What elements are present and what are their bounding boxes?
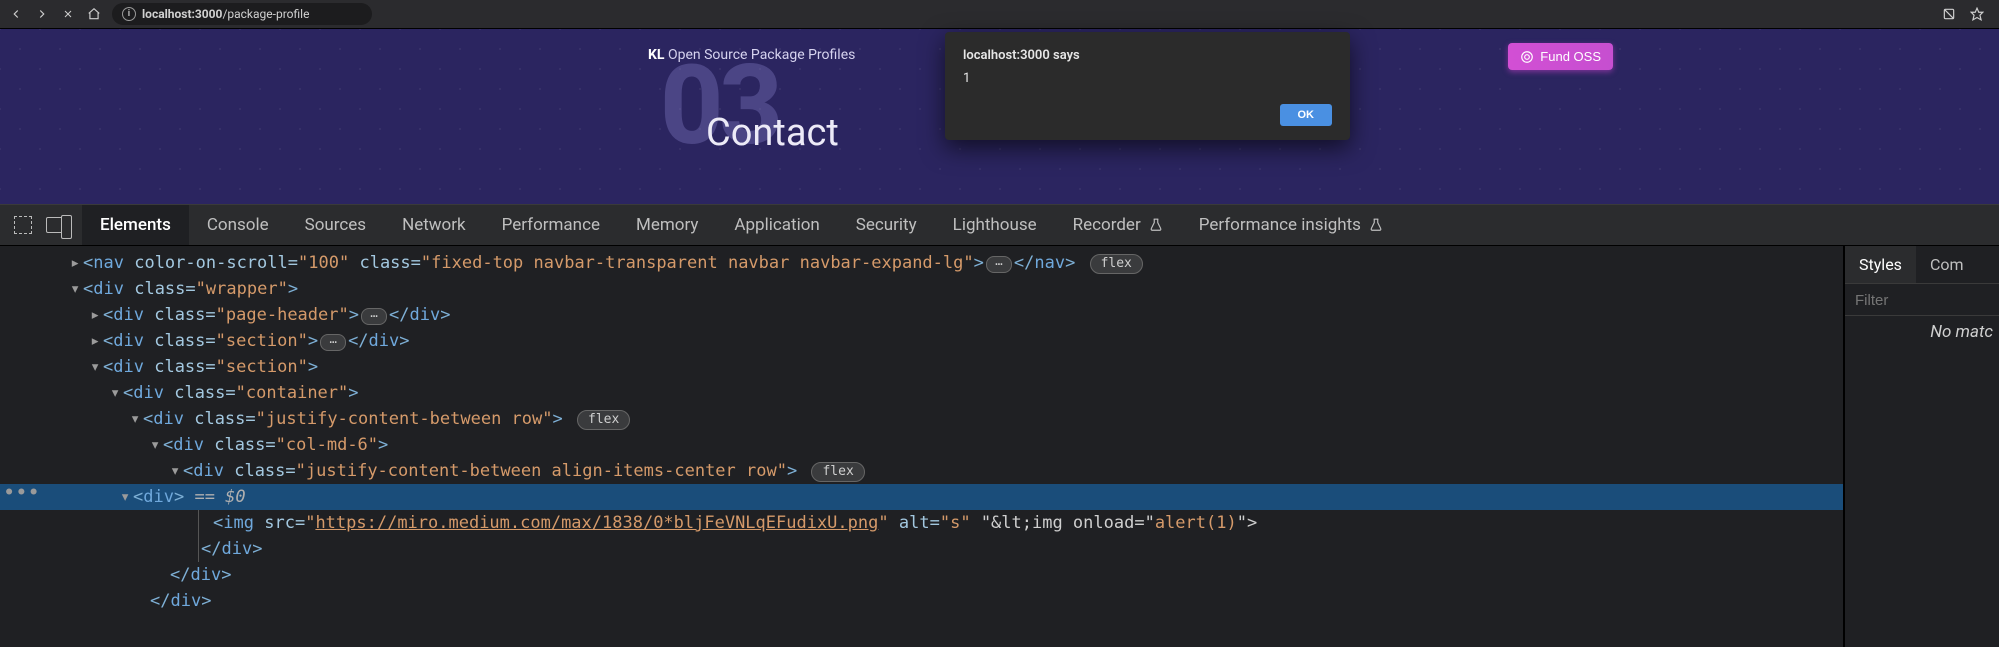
dom-node[interactable]: ▸<div class="section">⋯</div>: [70, 328, 1844, 354]
dom-node[interactable]: </div>: [70, 588, 1844, 614]
forward-icon[interactable]: [34, 6, 50, 22]
fund-oss-label: Fund OSS: [1540, 49, 1601, 64]
flex-pill[interactable]: flex: [1090, 254, 1143, 274]
install-icon[interactable]: [1941, 6, 1957, 22]
styles-panel: Styles Com No matc: [1844, 246, 1999, 647]
alert-message: 1: [963, 71, 1332, 86]
browser-toolbar: i localhost:3000/package-profile: [0, 0, 1999, 29]
site-info-icon[interactable]: i: [122, 7, 136, 21]
dom-node[interactable]: ▾<div class="justify-content-between ali…: [70, 458, 1844, 484]
alert-title: localhost:3000 says: [963, 48, 1332, 63]
fund-oss-button[interactable]: Fund OSS: [1508, 43, 1613, 70]
url-host: localhost:3000: [142, 7, 222, 21]
tab-network[interactable]: Network: [384, 205, 484, 245]
tab-performance[interactable]: Performance: [484, 205, 618, 245]
tab-console[interactable]: Console: [189, 205, 287, 245]
styles-filter-input[interactable]: [1855, 292, 1989, 309]
js-alert-dialog: localhost:3000 says 1 OK: [945, 32, 1350, 140]
tab-lighthouse[interactable]: Lighthouse: [935, 205, 1055, 245]
page-title: Contact: [706, 111, 839, 155]
dom-node[interactable]: ▸<div class="page-header">⋯</div>: [70, 302, 1844, 328]
ellipsis-icon[interactable]: ⋯: [320, 334, 346, 351]
flask-icon: [1149, 218, 1163, 232]
address-bar[interactable]: i localhost:3000/package-profile: [112, 3, 372, 25]
dom-node[interactable]: ▾<div class="col-md-6">: [70, 432, 1844, 458]
ellipsis-icon[interactable]: ⋯: [986, 256, 1012, 273]
devtools: Elements Console Sources Network Perform…: [0, 204, 1999, 647]
dom-node-selected[interactable]: •••▾<div> == $0: [0, 484, 1844, 510]
dom-node[interactable]: </div>: [198, 536, 1844, 562]
elements-dom-tree[interactable]: ▸<nav color-on-scroll="100" class="fixed…: [0, 246, 1844, 647]
devtools-tabbar: Elements Console Sources Network Perform…: [0, 204, 1999, 246]
back-icon[interactable]: [8, 6, 24, 22]
selection-marker: == $0: [194, 487, 245, 507]
stop-icon[interactable]: [60, 6, 76, 22]
dom-node[interactable]: ▸<nav color-on-scroll="100" class="fixed…: [70, 250, 1844, 276]
gutter-dots-icon[interactable]: •••: [4, 480, 36, 506]
tab-performance-insights[interactable]: Performance insights: [1181, 205, 1401, 245]
flex-pill[interactable]: flex: [811, 462, 864, 482]
tab-security[interactable]: Security: [838, 205, 935, 245]
styles-tab-computed[interactable]: Com: [1916, 246, 1978, 283]
dom-node[interactable]: ▾<div class="wrapper">: [70, 276, 1844, 302]
styles-no-match: No matc: [1845, 316, 1999, 348]
tab-memory[interactable]: Memory: [618, 205, 716, 245]
device-toggle-icon[interactable]: [46, 217, 68, 233]
styles-tab-styles[interactable]: Styles: [1845, 246, 1916, 283]
tab-recorder[interactable]: Recorder: [1055, 205, 1181, 245]
alert-ok-button[interactable]: OK: [1280, 104, 1333, 126]
dom-node[interactable]: <img src="https://miro.medium.com/max/18…: [198, 510, 1844, 536]
tab-application[interactable]: Application: [716, 205, 837, 245]
flex-pill[interactable]: flex: [577, 410, 630, 430]
dom-node[interactable]: </div>: [70, 562, 1844, 588]
flask-icon: [1369, 218, 1383, 232]
ellipsis-icon[interactable]: ⋯: [361, 308, 387, 325]
inspect-element-icon[interactable]: [14, 216, 32, 234]
dom-node[interactable]: ▾<div class="container">: [70, 380, 1844, 406]
home-icon[interactable]: [86, 6, 102, 22]
dom-node[interactable]: ▾<div class="justify-content-between row…: [70, 406, 1844, 432]
target-icon: [1520, 50, 1534, 64]
dom-node[interactable]: ▾<div class="section">: [70, 354, 1844, 380]
url-path: /package-profile: [222, 7, 309, 21]
tab-elements[interactable]: Elements: [82, 205, 189, 245]
bookmark-star-icon[interactable]: [1969, 6, 1985, 22]
tab-sources[interactable]: Sources: [287, 205, 384, 245]
